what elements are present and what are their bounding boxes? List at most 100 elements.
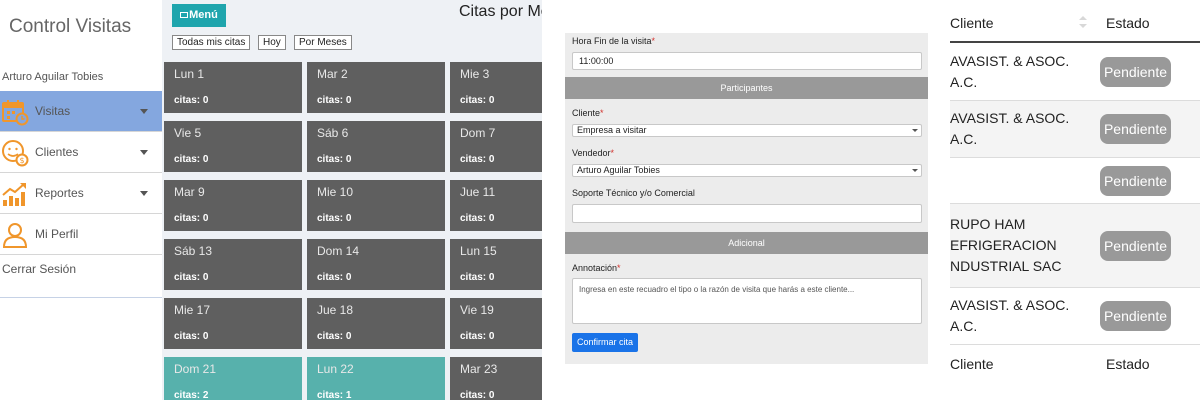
table-row[interactable]: RUPO HAM EFRIGERACION NDUSTRIAL SAC Pendien…: [950, 204, 1200, 287]
calendar-day-count: citas: 0: [460, 154, 495, 165]
calendar-day[interactable]: Sáb 13 citas: 0: [164, 239, 302, 290]
calendar-day-label: Mie 10: [317, 185, 354, 199]
calendar-day[interactable]: Vie 5 citas: 0: [164, 121, 302, 172]
client-name: A.C.: [950, 131, 978, 147]
calendar-day-label: Mar 9: [174, 185, 205, 199]
table-row[interactable]: Pendiente: [950, 158, 1200, 203]
calendar-day[interactable]: Mie 17 citas: 0: [164, 298, 302, 349]
status-badge: Pendiente: [1100, 166, 1171, 196]
calendar-day-label: Vie 5: [174, 126, 202, 140]
sidebar-item-mi-perfil[interactable]: Mi Perfil: [0, 214, 162, 255]
logout-link[interactable]: Cerrar Sesión: [2, 262, 76, 276]
sidebar-item-visitas[interactable]: Visitas: [0, 91, 162, 132]
sidebar: Control Visitas Arturo Aguilar Tobies Vi…: [0, 0, 162, 400]
client-name: EFRIGERACION: [950, 237, 1057, 253]
client-select[interactable]: Empresa a visitar: [572, 124, 922, 137]
calendar-day[interactable]: Lun 22 citas: 1: [307, 357, 445, 400]
calendar-day[interactable]: Mar 23 citas: 0: [450, 357, 542, 400]
calendar-panel: Menú Citas por Me Todas mis citas Hoy Po…: [162, 0, 542, 400]
calendar-day[interactable]: Mar 2 citas: 0: [307, 62, 445, 113]
end-time-input[interactable]: 11:00:00: [572, 52, 922, 70]
participants-section-header: Participantes: [565, 77, 928, 99]
calendar-day-label: Jue 11: [460, 185, 496, 199]
calendar-day[interactable]: Mar 9 citas: 0: [164, 180, 302, 231]
calendar-day[interactable]: Jue 11 citas: 0: [450, 180, 542, 231]
user-name: Arturo Aguilar Tobies: [2, 71, 104, 83]
chevron-down-icon: [140, 109, 148, 114]
calendar-day-label: Sáb 6: [317, 126, 349, 140]
seller-label: Vendedor*: [572, 148, 615, 158]
svg-text:$: $: [19, 156, 24, 165]
calendar-day-count: citas: 0: [174, 95, 209, 106]
sidebar-item-reportes[interactable]: Reportes: [0, 173, 162, 214]
client-money-icon: $: [2, 140, 29, 167]
calendar-day-label: Dom 21: [174, 362, 217, 376]
client-name: A.C.: [950, 318, 978, 334]
calendar-day-label: Mie 3: [460, 67, 490, 81]
calendar-day-count: citas: 0: [460, 213, 495, 224]
table-row[interactable]: AVASIST. & ASOC. A.C. Pendiente: [950, 101, 1200, 157]
calendar-day[interactable]: Mie 3 citas: 0: [450, 62, 542, 113]
app-title: Control Visitas: [9, 16, 132, 37]
calendar-day-count: citas: 0: [460, 331, 495, 342]
calendar-day-label: Sáb 13: [174, 244, 213, 258]
calendar-day-count: citas: 0: [174, 272, 209, 283]
calendar-day-label: Jue 18: [317, 303, 354, 317]
window-icon: [180, 12, 189, 18]
sidebar-item-label: Visitas: [35, 104, 71, 118]
table-row[interactable]: AVASIST. & ASOC. A.C. Pendiente: [950, 43, 1200, 100]
calendar-day[interactable]: Mie 10 citas: 0: [307, 180, 445, 231]
chevron-down-icon: [140, 191, 148, 196]
column-header-client[interactable]: Cliente: [950, 15, 994, 31]
calendar-day-label: Vie 19: [460, 303, 494, 317]
table-row[interactable]: AVASIST. & ASOC. A.C. Pendiente: [950, 288, 1200, 344]
calendar-day-label: Mie 17: [174, 303, 211, 317]
end-time-label: Hora Fin de la visita*: [572, 36, 656, 46]
calendar-day-count: citas: 0: [317, 95, 352, 106]
calendar-day[interactable]: Dom 14 citas: 0: [307, 239, 445, 290]
calendar-day[interactable]: Sáb 6 citas: 0: [307, 121, 445, 172]
client-name: A.C.: [950, 74, 978, 90]
divider: [0, 297, 162, 298]
column-header-status: Estado: [1106, 15, 1150, 31]
sidebar-item-label: Reportes: [35, 186, 84, 200]
support-input[interactable]: [572, 204, 922, 223]
menu-button[interactable]: Menú: [172, 4, 226, 27]
column-footer-status: Estado: [1106, 356, 1150, 372]
calendar-day[interactable]: Dom 21 citas: 2: [164, 357, 302, 400]
calendar-title: Citas por Me: [459, 3, 542, 20]
appointment-form: Hora Fin de la visita* 11:00:00 Particip…: [565, 33, 928, 364]
calendar-day-label: Dom 7: [460, 126, 496, 140]
confirm-button[interactable]: Confirmar cita: [572, 333, 638, 352]
client-name: AVASIST. & ASOC.: [950, 110, 1070, 126]
calendar-day-count: citas: 0: [460, 95, 495, 106]
calendar-day-count: citas: 0: [317, 213, 352, 224]
client-name: AVASIST. & ASOC.: [950, 53, 1070, 69]
calendar-icon: [2, 100, 29, 126]
calendar-day-count: citas: 0: [460, 272, 495, 283]
seller-select-value: Arturo Aguilar Tobies: [577, 165, 660, 175]
client-name: NDUSTRIAL SAC: [950, 258, 1062, 274]
calendar-day-label: Mar 2: [317, 67, 348, 81]
calendar-day[interactable]: Vie 19 citas: 0: [450, 298, 542, 349]
menu-button-label: Menú: [189, 9, 218, 21]
filter-today-button[interactable]: Hoy: [258, 35, 286, 50]
calendar-day[interactable]: Jue 18 citas: 0: [307, 298, 445, 349]
calendar-day-count: citas: 2: [174, 390, 209, 400]
calendar-day[interactable]: Lun 15 citas: 0: [450, 239, 542, 290]
sidebar-item-label: Mi Perfil: [35, 227, 79, 241]
sidebar-item-clientes[interactable]: $ Clientes: [0, 132, 162, 173]
calendar-day[interactable]: Dom 7 citas: 0: [450, 121, 542, 172]
sort-icon[interactable]: [1078, 15, 1088, 29]
filter-all-button[interactable]: Todas mis citas: [172, 35, 251, 50]
calendar-day-count: citas: 0: [317, 154, 352, 165]
calendar-day[interactable]: Lun 1 citas: 0: [164, 62, 302, 113]
filter-months-button[interactable]: Por Meses: [294, 35, 352, 50]
chevron-down-icon: [140, 150, 148, 155]
calendar-day-count: citas: 0: [174, 154, 209, 165]
seller-select[interactable]: Arturo Aguilar Tobies: [572, 164, 922, 177]
chart-up-icon: [2, 183, 26, 206]
note-textarea[interactable]: Ingresa en este recuadro el tipo o la ra…: [572, 278, 922, 324]
client-name: RUPO HAM: [950, 216, 1026, 232]
client-label: Cliente*: [572, 108, 604, 118]
